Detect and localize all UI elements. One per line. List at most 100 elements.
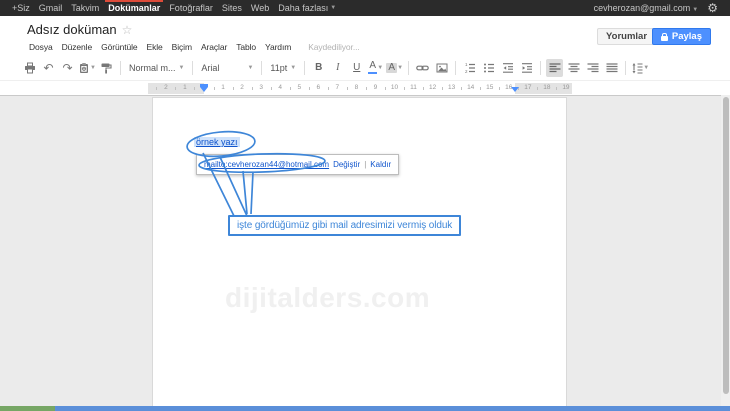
numbered-list-button[interactable]: 12 bbox=[461, 59, 478, 77]
toolbar-separator bbox=[120, 61, 121, 75]
status-bar-blue-segment bbox=[55, 406, 730, 411]
document-link-text[interactable]: örnek yazı bbox=[194, 137, 240, 147]
topbar-link-foto-raflar[interactable]: Fotoğraflar bbox=[169, 0, 213, 16]
link-bubble-separator: | bbox=[364, 160, 366, 169]
print-button[interactable] bbox=[21, 59, 38, 77]
increase-indent-button[interactable] bbox=[518, 59, 535, 77]
share-button[interactable]: Paylaş bbox=[652, 28, 711, 45]
toolbar-separator bbox=[192, 61, 193, 75]
formatting-toolbar: ↶ ↷ ▼ Normal m... ▼ Arial ▼ 11pt ▼ B I U… bbox=[0, 55, 730, 81]
ruler-tick bbox=[156, 87, 157, 90]
font-dropdown[interactable]: Arial ▼ bbox=[197, 59, 257, 77]
scrollbar-thumb[interactable] bbox=[723, 97, 729, 394]
document-title-row: Adsız doküman ☆ bbox=[27, 22, 132, 37]
toolbar-separator bbox=[455, 61, 456, 75]
topbar-link-sites[interactable]: Sites bbox=[222, 0, 242, 16]
topbar-link-web[interactable]: Web bbox=[251, 0, 269, 16]
google-topbar: +Siz Gmail Takvim Dokümanlar Fotoğraflar Site… bbox=[0, 0, 730, 16]
ruler-tick bbox=[556, 87, 557, 90]
image-icon bbox=[436, 62, 448, 74]
topbar-link-dok-manlar[interactable]: Dokümanlar bbox=[108, 0, 160, 16]
menu-tablo[interactable]: Tablo bbox=[234, 41, 258, 53]
web-clipboard-button[interactable]: ▼ bbox=[78, 59, 96, 77]
bulleted-list-icon bbox=[483, 62, 495, 74]
align-center-button[interactable] bbox=[565, 59, 582, 77]
align-right-button[interactable] bbox=[584, 59, 601, 77]
bulleted-list-button[interactable] bbox=[480, 59, 497, 77]
vertical-scrollbar[interactable] bbox=[721, 95, 730, 406]
decrease-indent-button[interactable] bbox=[499, 59, 516, 77]
account-email: cevherozan@gmail.com bbox=[594, 3, 691, 13]
document-title[interactable]: Adsız doküman bbox=[27, 22, 117, 37]
ruler-tick bbox=[309, 87, 310, 90]
link-remove-button[interactable]: Kaldır bbox=[370, 160, 391, 169]
align-justify-button[interactable] bbox=[603, 59, 620, 77]
highlight-color-button[interactable]: A ▼ bbox=[386, 59, 403, 77]
styles-dropdown[interactable]: Normal m... ▼ bbox=[125, 59, 188, 77]
align-left-icon bbox=[549, 62, 561, 74]
topbar-account-area: cevherozan@gmail.com▼ ⚙ bbox=[594, 2, 718, 14]
ruler-number: 5 bbox=[297, 84, 301, 91]
left-indent-marker[interactable] bbox=[200, 84, 208, 92]
menu-yardım[interactable]: Yardım bbox=[263, 41, 293, 53]
topbar-link-takvim[interactable]: Takvim bbox=[71, 0, 99, 16]
right-indent-marker[interactable] bbox=[511, 87, 519, 92]
ruler-tick bbox=[175, 87, 176, 90]
paint-format-button[interactable] bbox=[98, 59, 115, 77]
insert-link-button[interactable] bbox=[414, 59, 431, 77]
undo-button[interactable]: ↶ bbox=[40, 59, 57, 77]
watermark-text: dijitalders.com bbox=[225, 282, 430, 314]
insert-image-button[interactable] bbox=[433, 59, 450, 77]
redo-button[interactable]: ↷ bbox=[59, 59, 76, 77]
ruler: 1212345678910111213141516171819 bbox=[148, 83, 572, 94]
font-value: Arial bbox=[201, 63, 219, 73]
text-color-button[interactable]: A ▼ bbox=[367, 59, 384, 77]
underline-button[interactable]: U bbox=[348, 59, 365, 77]
align-center-icon bbox=[568, 62, 580, 74]
star-icon[interactable]: ☆ bbox=[122, 23, 133, 37]
link-bubble-url[interactable]: mailto:cevherozan44@hotmail.com bbox=[204, 160, 329, 169]
ruler-number: 2 bbox=[164, 84, 168, 91]
clipboard-icon bbox=[78, 62, 90, 74]
ruler-number: 8 bbox=[355, 84, 359, 91]
ruler-tick bbox=[423, 87, 424, 90]
topbar-link-daha-fazlas-[interactable]: Daha fazlası▼ bbox=[278, 0, 336, 16]
account-email-menu[interactable]: cevherozan@gmail.com▼ bbox=[594, 3, 699, 13]
ruler-tick bbox=[233, 87, 234, 90]
ruler-tick bbox=[347, 87, 348, 90]
menu-dosya[interactable]: Dosya bbox=[27, 41, 55, 53]
menu-araçlar[interactable]: Araçlar bbox=[199, 41, 229, 53]
menu-bar: Dosya Düzenle Görüntüle Ekle Biçim Araçlar Tab… bbox=[27, 41, 360, 53]
ruler-number: 13 bbox=[448, 84, 455, 91]
menu-biçim[interactable]: Biçim bbox=[170, 41, 194, 53]
ruler-number: 12 bbox=[429, 84, 436, 91]
toolbar-separator bbox=[540, 61, 541, 75]
ruler-tick bbox=[461, 87, 462, 90]
gear-icon[interactable]: ⚙ bbox=[707, 2, 718, 14]
topbar-link--siz[interactable]: +Siz bbox=[12, 0, 30, 16]
align-right-icon bbox=[587, 62, 599, 74]
chevron-down-icon: ▼ bbox=[178, 65, 184, 71]
status-bar-green-segment bbox=[0, 406, 55, 411]
redo-icon: ↷ bbox=[62, 62, 72, 74]
italic-button[interactable]: I bbox=[329, 59, 346, 77]
toolbar-separator bbox=[304, 61, 305, 75]
ruler-number: 4 bbox=[278, 84, 282, 91]
topbar-links: +Siz Gmail Takvim Dokümanlar Fotoğraflar Site… bbox=[12, 0, 336, 16]
link-change-button[interactable]: Değiştir bbox=[333, 160, 360, 169]
menu-görüntüle[interactable]: Görüntüle bbox=[99, 41, 139, 53]
font-size-dropdown[interactable]: 11pt ▼ bbox=[266, 59, 300, 77]
topbar-link-gmail[interactable]: Gmail bbox=[39, 0, 63, 16]
line-spacing-button[interactable]: ▼ bbox=[631, 59, 649, 77]
share-label: Paylaş bbox=[672, 31, 702, 42]
ruler-tick bbox=[252, 87, 253, 90]
align-left-button[interactable] bbox=[546, 59, 563, 77]
undo-icon: ↶ bbox=[43, 62, 53, 74]
ruler-number: 14 bbox=[467, 84, 474, 91]
ruler-tick bbox=[214, 87, 215, 90]
menu-bar-items: Dosya Düzenle Görüntüle Ekle Biçim Araçlar Tab… bbox=[27, 41, 293, 53]
menu-düzenle[interactable]: Düzenle bbox=[60, 41, 95, 53]
bold-button[interactable]: B bbox=[310, 59, 327, 77]
save-status: Kaydediliyor... bbox=[308, 42, 359, 52]
menu-ekle[interactable]: Ekle bbox=[145, 41, 165, 53]
